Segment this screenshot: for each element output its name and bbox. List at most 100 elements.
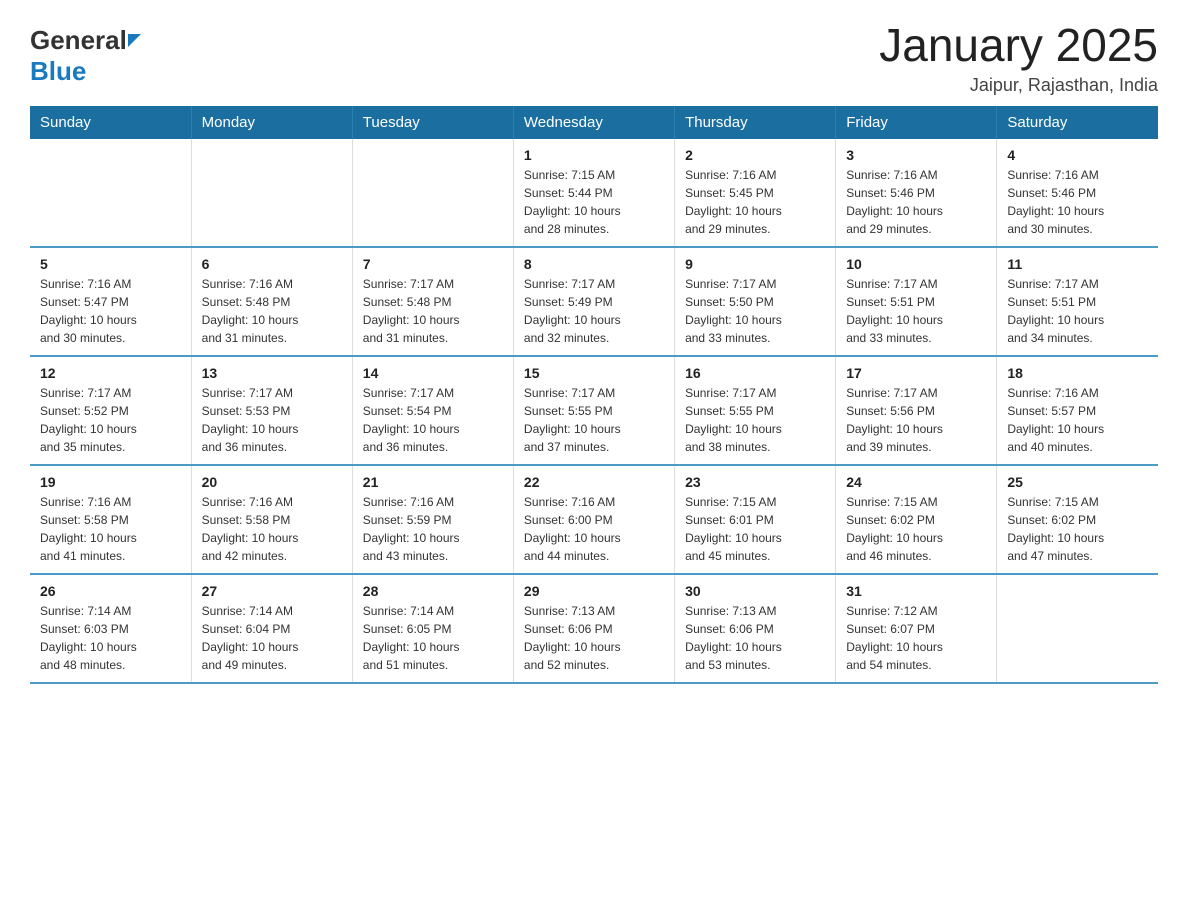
day-info: Sunrise: 7:17 AM Sunset: 5:54 PM Dayligh… (363, 384, 503, 456)
day-info: Sunrise: 7:17 AM Sunset: 5:55 PM Dayligh… (524, 384, 664, 456)
logo-arrow-icon (128, 34, 141, 47)
day-cell: 17Sunrise: 7:17 AM Sunset: 5:56 PM Dayli… (836, 356, 997, 465)
day-number: 5 (40, 256, 181, 272)
day-number: 27 (202, 583, 342, 599)
day-info: Sunrise: 7:14 AM Sunset: 6:03 PM Dayligh… (40, 602, 181, 674)
day-number: 7 (363, 256, 503, 272)
week-row-2: 5 Sunrise: 7:16 AM Sunset: 5:47 PM Daylig… (30, 247, 1158, 356)
day-cell: 4 Sunrise: 7:16 AM Sunset: 5:46 PM Daylig… (997, 139, 1158, 247)
day-cell (997, 574, 1158, 683)
title-block: January 2025 Jaipur, Rajasthan, India (879, 20, 1158, 96)
day-cell: 24Sunrise: 7:15 AM Sunset: 6:02 PM Dayli… (836, 465, 997, 574)
day-number: 17 (846, 365, 986, 381)
day-info: Sunrise: 7:17 AM Sunset: 5:48 PM Dayligh… (363, 275, 503, 347)
day-cell (191, 139, 352, 247)
day-cell: 5 Sunrise: 7:16 AM Sunset: 5:47 PM Daylig… (30, 247, 191, 356)
column-header-thursday: Thursday (675, 106, 836, 139)
day-cell: 26 Sunrise: 7:14 AM Sunset: 6:03 PM Dayli… (30, 574, 191, 683)
day-info: Sunrise: 7:16 AM Sunset: 5:45 PM Dayligh… (685, 166, 825, 238)
day-cell: 15Sunrise: 7:17 AM Sunset: 5:55 PM Dayli… (513, 356, 674, 465)
day-info: Sunrise: 7:13 AM Sunset: 6:06 PM Dayligh… (524, 602, 664, 674)
day-info: Sunrise: 7:17 AM Sunset: 5:55 PM Dayligh… (685, 384, 825, 456)
day-cell: 11Sunrise: 7:17 AM Sunset: 5:51 PM Dayli… (997, 247, 1158, 356)
day-number: 26 (40, 583, 181, 599)
day-cell: 27 Sunrise: 7:14 AM Sunset: 6:04 PM Dayli… (191, 574, 352, 683)
day-number: 20 (202, 474, 342, 490)
day-number: 14 (363, 365, 503, 381)
day-number: 2 (685, 147, 825, 163)
day-info: Sunrise: 7:14 AM Sunset: 6:05 PM Dayligh… (363, 602, 503, 674)
day-number: 30 (685, 583, 825, 599)
day-cell: 31Sunrise: 7:12 AM Sunset: 6:07 PM Dayli… (836, 574, 997, 683)
day-info: Sunrise: 7:15 AM Sunset: 5:44 PM Dayligh… (524, 166, 664, 238)
day-info: Sunrise: 7:17 AM Sunset: 5:49 PM Dayligh… (524, 275, 664, 347)
day-number: 21 (363, 474, 503, 490)
day-info: Sunrise: 7:15 AM Sunset: 6:02 PM Dayligh… (1007, 493, 1148, 565)
week-row-5: 26 Sunrise: 7:14 AM Sunset: 6:03 PM Dayli… (30, 574, 1158, 683)
day-info: Sunrise: 7:12 AM Sunset: 6:07 PM Dayligh… (846, 602, 986, 674)
day-cell: 28Sunrise: 7:14 AM Sunset: 6:05 PM Dayli… (352, 574, 513, 683)
day-cell (352, 139, 513, 247)
day-info: Sunrise: 7:16 AM Sunset: 6:00 PM Dayligh… (524, 493, 664, 565)
day-cell: 6 Sunrise: 7:16 AM Sunset: 5:48 PM Daylig… (191, 247, 352, 356)
day-info: Sunrise: 7:16 AM Sunset: 5:58 PM Dayligh… (202, 493, 342, 565)
day-cell: 16 Sunrise: 7:17 AM Sunset: 5:55 PM Dayli… (675, 356, 836, 465)
day-info: Sunrise: 7:17 AM Sunset: 5:53 PM Dayligh… (202, 384, 342, 456)
day-number: 29 (524, 583, 664, 599)
day-number: 6 (202, 256, 342, 272)
week-row-1: 1 Sunrise: 7:15 AM Sunset: 5:44 PM Daylig… (30, 139, 1158, 247)
day-cell: 18Sunrise: 7:16 AM Sunset: 5:57 PM Dayli… (997, 356, 1158, 465)
day-number: 16 (685, 365, 825, 381)
day-number: 3 (846, 147, 986, 163)
column-header-wednesday: Wednesday (513, 106, 674, 139)
day-cell: 21 Sunrise: 7:16 AM Sunset: 5:59 PM Dayli… (352, 465, 513, 574)
logo-general-text: General (30, 25, 127, 56)
day-cell: 22 Sunrise: 7:16 AM Sunset: 6:00 PM Dayli… (513, 465, 674, 574)
day-cell: 10Sunrise: 7:17 AM Sunset: 5:51 PM Dayli… (836, 247, 997, 356)
week-row-4: 19 Sunrise: 7:16 AM Sunset: 5:58 PM Dayli… (30, 465, 1158, 574)
day-number: 23 (685, 474, 825, 490)
page-header: General Blue January 2025 Jaipur, Rajast… (30, 20, 1158, 96)
day-cell: 1 Sunrise: 7:15 AM Sunset: 5:44 PM Daylig… (513, 139, 674, 247)
day-cell: 23Sunrise: 7:15 AM Sunset: 6:01 PM Dayli… (675, 465, 836, 574)
location-text: Jaipur, Rajasthan, India (879, 75, 1158, 96)
day-cell: 2 Sunrise: 7:16 AM Sunset: 5:45 PM Daylig… (675, 139, 836, 247)
day-number: 4 (1007, 147, 1148, 163)
day-number: 8 (524, 256, 664, 272)
calendar-table: SundayMondayTuesdayWednesdayThursdayFrid… (30, 106, 1158, 684)
day-cell: 20 Sunrise: 7:16 AM Sunset: 5:58 PM Dayli… (191, 465, 352, 574)
day-info: Sunrise: 7:16 AM Sunset: 5:46 PM Dayligh… (846, 166, 986, 238)
day-cell: 12 Sunrise: 7:17 AM Sunset: 5:52 PM Dayli… (30, 356, 191, 465)
day-info: Sunrise: 7:17 AM Sunset: 5:51 PM Dayligh… (846, 275, 986, 347)
day-cell: 9 Sunrise: 7:17 AM Sunset: 5:50 PM Daylig… (675, 247, 836, 356)
month-title: January 2025 (879, 20, 1158, 71)
day-cell: 13 Sunrise: 7:17 AM Sunset: 5:53 PM Dayli… (191, 356, 352, 465)
day-cell: 14 Sunrise: 7:17 AM Sunset: 5:54 PM Dayli… (352, 356, 513, 465)
day-info: Sunrise: 7:16 AM Sunset: 5:47 PM Dayligh… (40, 275, 181, 347)
day-info: Sunrise: 7:17 AM Sunset: 5:50 PM Dayligh… (685, 275, 825, 347)
day-number: 22 (524, 474, 664, 490)
day-info: Sunrise: 7:14 AM Sunset: 6:04 PM Dayligh… (202, 602, 342, 674)
day-cell: 30Sunrise: 7:13 AM Sunset: 6:06 PM Dayli… (675, 574, 836, 683)
column-header-monday: Monday (191, 106, 352, 139)
day-cell: 3 Sunrise: 7:16 AM Sunset: 5:46 PM Daylig… (836, 139, 997, 247)
day-info: Sunrise: 7:15 AM Sunset: 6:02 PM Dayligh… (846, 493, 986, 565)
day-number: 12 (40, 365, 181, 381)
day-number: 9 (685, 256, 825, 272)
day-number: 1 (524, 147, 664, 163)
calendar-header: SundayMondayTuesdayWednesdayThursdayFrid… (30, 106, 1158, 139)
day-info: Sunrise: 7:16 AM Sunset: 5:57 PM Dayligh… (1007, 384, 1148, 456)
day-cell: 29 Sunrise: 7:13 AM Sunset: 6:06 PM Dayli… (513, 574, 674, 683)
day-info: Sunrise: 7:17 AM Sunset: 5:52 PM Dayligh… (40, 384, 181, 456)
day-number: 25 (1007, 474, 1148, 490)
column-header-sunday: Sunday (30, 106, 191, 139)
day-info: Sunrise: 7:16 AM Sunset: 5:59 PM Dayligh… (363, 493, 503, 565)
week-row-3: 12 Sunrise: 7:17 AM Sunset: 5:52 PM Dayli… (30, 356, 1158, 465)
day-info: Sunrise: 7:16 AM Sunset: 5:46 PM Dayligh… (1007, 166, 1148, 238)
day-number: 19 (40, 474, 181, 490)
logo: General Blue (30, 20, 141, 87)
day-info: Sunrise: 7:16 AM Sunset: 5:58 PM Dayligh… (40, 493, 181, 565)
day-number: 13 (202, 365, 342, 381)
day-info: Sunrise: 7:16 AM Sunset: 5:48 PM Dayligh… (202, 275, 342, 347)
day-cell: 19 Sunrise: 7:16 AM Sunset: 5:58 PM Dayli… (30, 465, 191, 574)
